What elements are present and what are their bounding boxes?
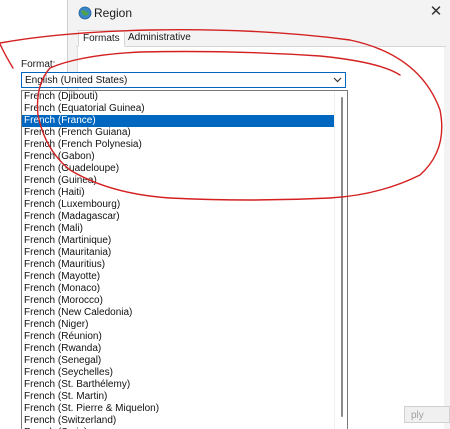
list-item[interactable]: French (Haiti)	[22, 187, 335, 199]
chevron-down-icon	[333, 73, 342, 89]
list-item[interactable]: French (French Guiana)	[22, 127, 335, 139]
list-item[interactable]: French (New Caledonia)	[22, 307, 335, 319]
list-item[interactable]: French (Niger)	[22, 319, 335, 331]
list-item[interactable]: French (Rwanda)	[22, 343, 335, 355]
list-item[interactable]: French (Guinea)	[22, 175, 335, 187]
list-item[interactable]: French (Guadeloupe)	[22, 163, 335, 175]
scrollbar[interactable]	[334, 91, 347, 429]
list-item[interactable]: French (Senegal)	[22, 355, 335, 367]
scrollbar-thumb[interactable]	[341, 97, 343, 417]
list-item[interactable]: French (French Polynesia)	[22, 139, 335, 151]
close-icon: ✕	[429, 3, 443, 20]
list-item[interactable]: French (Switzerland)	[22, 415, 335, 427]
list-item[interactable]: French (Gabon)	[22, 151, 335, 163]
apply-button[interactable]: ply	[404, 406, 450, 423]
format-label: Format:	[21, 59, 56, 70]
list-item[interactable]: French (St. Pierre & Miquelon)	[22, 403, 335, 415]
close-button[interactable]: ✕	[421, 0, 450, 26]
title-bar: Region ✕	[68, 0, 450, 26]
window-title: Region	[94, 6, 133, 20]
list-item[interactable]: French (Djibouti)	[22, 91, 335, 103]
list-item[interactable]: French (Morocco)	[22, 295, 335, 307]
list-item[interactable]: French (St. Barthélemy)	[22, 379, 335, 391]
list-item[interactable]: French (Equatorial Guinea)	[22, 103, 335, 115]
list-item[interactable]: French (Madagascar)	[22, 211, 335, 223]
list-item[interactable]: French (Mauritania)	[22, 247, 335, 259]
list-item[interactable]: French (Mauritius)	[22, 259, 335, 271]
list-item[interactable]: French (Luxembourg)	[22, 199, 335, 211]
globe-icon	[78, 6, 92, 20]
list-item[interactable]: French (Martinique)	[22, 235, 335, 247]
format-dropdown[interactable]: English (United States)	[21, 72, 346, 88]
tab-administrative[interactable]: Administrative	[124, 30, 195, 45]
format-dropdown-value: English (United States)	[25, 75, 128, 86]
list-item[interactable]: French (Seychelles)	[22, 367, 335, 379]
tab-formats[interactable]: Formats	[78, 30, 125, 47]
format-dropdown-list[interactable]: French (Djibouti) French (Equatorial Guin…	[21, 90, 348, 429]
list-item[interactable]: French (St. Martin)	[22, 391, 335, 403]
list-item[interactable]: French (France)	[22, 115, 335, 127]
list-item[interactable]: French (Mali)	[22, 223, 335, 235]
list-item[interactable]: French (Monaco)	[22, 283, 335, 295]
tab-strip: Formats Administrative	[76, 30, 446, 47]
list-item[interactable]: French (Réunion)	[22, 331, 335, 343]
list-item[interactable]: French (Mayotte)	[22, 271, 335, 283]
